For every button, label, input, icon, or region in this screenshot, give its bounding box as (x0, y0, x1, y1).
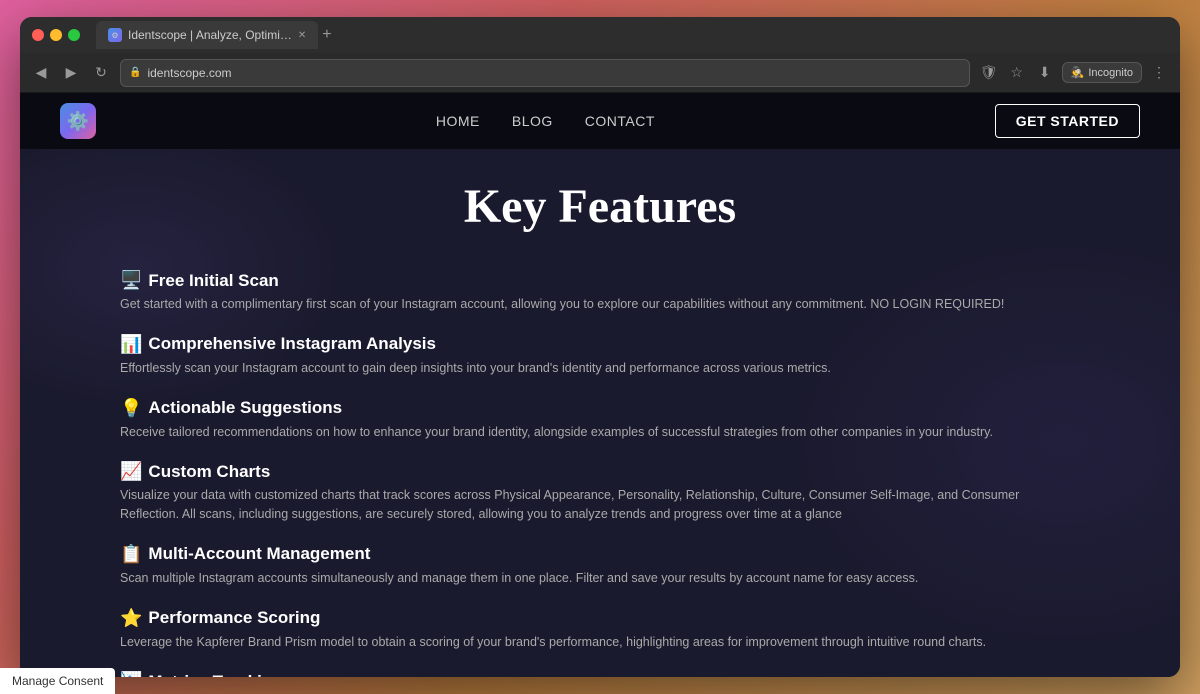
nav-links: HOME BLOG CONTACT (436, 113, 655, 129)
star-icon[interactable]: ☆ (1006, 62, 1028, 84)
site-logo[interactable]: ⚙️ (60, 103, 96, 139)
feature-desc-3: Visualize your data with customized char… (120, 486, 1080, 524)
lock-icon: 🔒 (129, 67, 141, 78)
incognito-label: Incognito (1088, 67, 1133, 79)
feature-item: 📉 Metrics TrackingTrack your brand's gro… (120, 671, 1080, 677)
feature-title-4: 📋 Multi-Account Management (120, 544, 1080, 565)
get-started-button[interactable]: GET STARTED (995, 104, 1140, 138)
features-list: 🖥️ Free Initial Scan Get started with a c… (120, 270, 1080, 677)
reload-button[interactable]: ↻ (90, 62, 112, 84)
feature-title-6: 📉 Metrics Tracking (120, 671, 1080, 677)
maximize-button[interactable] (68, 29, 80, 41)
new-tab-button[interactable]: + (322, 26, 331, 44)
traffic-lights (32, 29, 80, 41)
feature-item: ⭐ Performance Scoring Leverage the Kapfer… (120, 608, 1080, 652)
feature-desc-1: Effortlessly scan your Instagram account… (120, 359, 1080, 378)
tab-bar: ⚙ Identscope | Analyze, Optimi… ✕ + (96, 21, 1168, 49)
feature-emoji-2: 💡 (120, 398, 142, 419)
browser-toolbar: ◀ ▶ ↻ 🔒 identscope.com 🛡 ☆ ⬇ 🕵 Incognito… (20, 53, 1180, 93)
nav-home[interactable]: HOME (436, 113, 480, 129)
feature-title-1: 📊 Comprehensive Instagram Analysis (120, 334, 1080, 355)
tab-close-button[interactable]: ✕ (298, 30, 306, 41)
website-content: ⚙️ HOME BLOG CONTACT GET STARTED Key Fea… (20, 93, 1180, 677)
menu-button[interactable]: ⋮ (1148, 62, 1170, 84)
nav-contact[interactable]: CONTACT (585, 113, 655, 129)
forward-button[interactable]: ▶ (60, 62, 82, 84)
feature-title-2: 💡 Actionable Suggestions (120, 398, 1080, 419)
shield-icon: 🛡 (978, 62, 1000, 84)
feature-desc-0: Get started with a complimentary first s… (120, 295, 1080, 314)
toolbar-actions: 🛡 ☆ ⬇ 🕵 Incognito ⋮ (978, 62, 1170, 84)
consent-bar[interactable]: Manage Consent (0, 668, 115, 694)
back-button[interactable]: ◀ (30, 62, 52, 84)
tab-label: Identscope | Analyze, Optimi… (128, 28, 292, 42)
nav-blog[interactable]: BLOG (512, 113, 553, 129)
feature-desc-2: Receive tailored recommendations on how … (120, 423, 1080, 442)
browser-title-bar: ⚙ Identscope | Analyze, Optimi… ✕ + (20, 17, 1180, 53)
feature-item: 📊 Comprehensive Instagram Analysis Effort… (120, 334, 1080, 378)
address-bar[interactable]: 🔒 identscope.com (120, 59, 970, 87)
site-navigation: ⚙️ HOME BLOG CONTACT GET STARTED (20, 93, 1180, 149)
feature-item: 💡 Actionable Suggestions Receive tailored… (120, 398, 1080, 442)
feature-emoji-5: ⭐ (120, 608, 142, 629)
feature-desc-4: Scan multiple Instagram accounts simulta… (120, 569, 1080, 588)
url-text: identscope.com (147, 66, 231, 80)
feature-emoji-6: 📉 (120, 671, 142, 677)
minimize-button[interactable] (50, 29, 62, 41)
feature-emoji-0: 🖥️ (120, 270, 142, 291)
incognito-icon: 🕵 (1071, 66, 1085, 79)
browser-window: ⚙ Identscope | Analyze, Optimi… ✕ + ◀ ▶ … (20, 17, 1180, 677)
feature-item: 📋 Multi-Account Management Scan multiple … (120, 544, 1080, 588)
active-tab[interactable]: ⚙ Identscope | Analyze, Optimi… ✕ (96, 21, 318, 49)
tab-favicon: ⚙ (108, 28, 122, 42)
feature-item: 📈 Custom Charts Visualize your data with … (120, 461, 1080, 524)
download-icon[interactable]: ⬇ (1034, 62, 1056, 84)
feature-title-5: ⭐ Performance Scoring (120, 608, 1080, 629)
page-title: Key Features (120, 179, 1080, 234)
close-button[interactable] (32, 29, 44, 41)
incognito-button[interactable]: 🕵 Incognito (1062, 62, 1142, 83)
feature-desc-5: Leverage the Kapferer Brand Prism model … (120, 633, 1080, 652)
feature-title-0: 🖥️ Free Initial Scan (120, 270, 1080, 291)
logo-icon: ⚙️ (60, 103, 96, 139)
feature-emoji-4: 📋 (120, 544, 142, 565)
feature-emoji-1: 📊 (120, 334, 142, 355)
feature-emoji-3: 📈 (120, 461, 142, 482)
feature-title-3: 📈 Custom Charts (120, 461, 1080, 482)
site-main-content: Key Features 🖥️ Free Initial Scan Get sta… (20, 149, 1180, 677)
feature-item: 🖥️ Free Initial Scan Get started with a c… (120, 270, 1080, 314)
